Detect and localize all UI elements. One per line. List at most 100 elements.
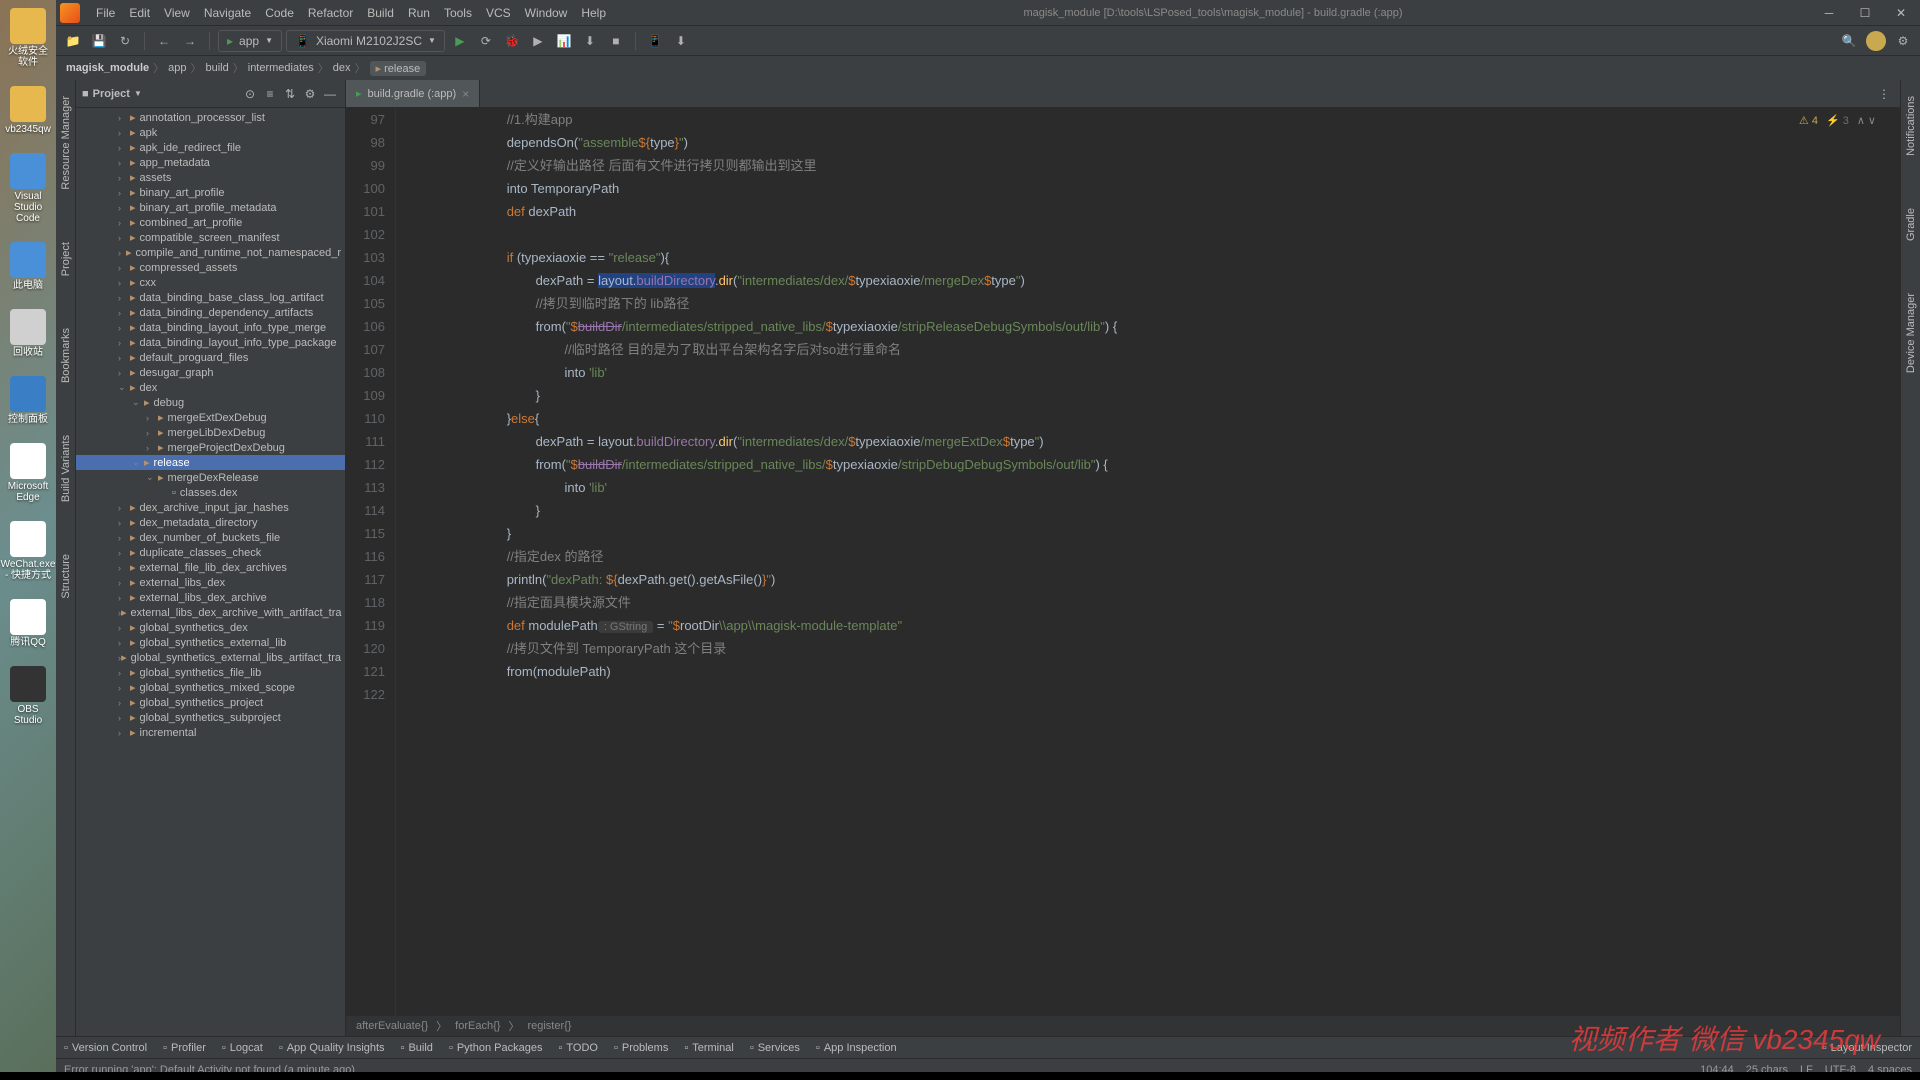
desktop-icon[interactable]: Visual Studio Code xyxy=(7,153,49,224)
project-tab[interactable]: Project xyxy=(60,236,72,282)
menu-item-navigate[interactable]: Navigate xyxy=(198,4,257,22)
hide-icon[interactable]: — xyxy=(321,85,339,103)
search-icon[interactable]: 🔍 xyxy=(1838,30,1860,52)
run-button[interactable]: ▶ xyxy=(449,30,471,52)
code-breadcrumb-item[interactable]: afterEvaluate{} xyxy=(356,1020,428,1032)
tree-item[interactable]: ›▸external_file_lib_dex_archives xyxy=(76,560,345,575)
back-button[interactable]: ← xyxy=(153,30,175,52)
bookmarks-tab[interactable]: Bookmarks xyxy=(60,322,72,389)
tree-item[interactable]: ⌄▸mergeDexRelease xyxy=(76,470,345,485)
tree-item[interactable]: ▫classes.dex xyxy=(76,485,345,500)
build-variants-tab[interactable]: Build Variants xyxy=(60,429,72,508)
menu-item-file[interactable]: File xyxy=(90,4,121,22)
tool-build[interactable]: ▫ Build xyxy=(401,1042,433,1054)
save-icon[interactable]: 💾 xyxy=(88,30,110,52)
menu-item-run[interactable]: Run xyxy=(402,4,436,22)
tool-version-control[interactable]: ▫ Version Control xyxy=(64,1042,147,1054)
tree-item[interactable]: ›▸compatible_screen_manifest xyxy=(76,230,345,245)
desktop-icon[interactable]: Microsoft Edge xyxy=(7,443,49,503)
tool-terminal[interactable]: ▫ Terminal xyxy=(684,1042,733,1054)
avd-icon[interactable]: 📱 xyxy=(644,30,666,52)
project-tree[interactable]: ›▸annotation_processor_list›▸apk›▸apk_id… xyxy=(76,108,345,1036)
maximize-button[interactable]: ☐ xyxy=(1850,3,1880,23)
menu-item-view[interactable]: View xyxy=(158,4,196,22)
desktop-icon[interactable]: 控制面板 xyxy=(7,376,49,425)
profile-icon[interactable]: 📊 xyxy=(553,30,575,52)
stop-button[interactable]: ■ xyxy=(605,30,627,52)
sdk-icon[interactable]: ⬇ xyxy=(670,30,692,52)
tree-item[interactable]: ›▸external_libs_dex_archive_with_artifac… xyxy=(76,605,345,620)
breadcrumb-item[interactable]: intermediates xyxy=(248,62,314,74)
tree-item[interactable]: ›▸compile_and_runtime_not_namespaced_r xyxy=(76,245,345,260)
more-tabs-icon[interactable]: ⋮ xyxy=(1868,87,1900,101)
sync-icon[interactable]: ↻ xyxy=(114,30,136,52)
desktop-icon[interactable]: WeChat.exe - 快捷方式 xyxy=(7,521,49,581)
settings-icon[interactable]: ⚙ xyxy=(1892,30,1914,52)
tree-item[interactable]: ›▸dex_number_of_buckets_file xyxy=(76,530,345,545)
tree-item[interactable]: ›▸mergeProjectDexDebug xyxy=(76,440,345,455)
expand-icon[interactable]: ≡ xyxy=(261,85,279,103)
tree-item[interactable]: ⌄▸dex xyxy=(76,380,345,395)
code-breadcrumb-item[interactable]: register{} xyxy=(527,1020,571,1032)
tree-item[interactable]: ›▸apk_ide_redirect_file xyxy=(76,140,345,155)
tree-item[interactable]: ⌄▸debug xyxy=(76,395,345,410)
inspection-widget[interactable]: ⚠ 4 ⚡ 3 ∧ ∨ xyxy=(1799,114,1876,127)
tree-item[interactable]: ›▸desugar_graph xyxy=(76,365,345,380)
tree-item[interactable]: ›▸app_metadata xyxy=(76,155,345,170)
desktop-icon[interactable]: 火绒安全软件 xyxy=(7,8,49,68)
menu-item-help[interactable]: Help xyxy=(575,4,612,22)
code-content[interactable]: //1.构建app dependsOn("assemble${type}") /… xyxy=(408,108,1900,1016)
tree-item[interactable]: ›▸global_synthetics_project xyxy=(76,695,345,710)
desktop-icon[interactable]: vb2345qw xyxy=(7,86,49,135)
breadcrumb-item[interactable]: app xyxy=(168,62,186,74)
tool-todo[interactable]: ▫ TODO xyxy=(558,1042,597,1054)
attach-icon[interactable]: ⬇ xyxy=(579,30,601,52)
debug-button[interactable]: 🐞 xyxy=(501,30,523,52)
settings-icon[interactable]: ⚙ xyxy=(301,85,319,103)
tool-layout-inspector[interactable]: ▫ Layout Inspector xyxy=(1823,1042,1912,1054)
tree-item[interactable]: ›▸binary_art_profile_metadata xyxy=(76,200,345,215)
tree-item[interactable]: ›▸binary_art_profile xyxy=(76,185,345,200)
menu-item-edit[interactable]: Edit xyxy=(123,4,156,22)
desktop-icon[interactable]: 此电脑 xyxy=(7,242,49,291)
menu-item-window[interactable]: Window xyxy=(519,4,574,22)
gradle-tab[interactable]: Gradle xyxy=(1905,202,1917,247)
tree-item[interactable]: ›▸global_synthetics_mixed_scope xyxy=(76,680,345,695)
editor-tab[interactable]: ▸ build.gradle (:app) × xyxy=(346,80,480,107)
tree-item[interactable]: ›▸default_proguard_files xyxy=(76,350,345,365)
tree-item[interactable]: ›▸external_libs_dex xyxy=(76,575,345,590)
tree-item[interactable]: ›▸annotation_processor_list xyxy=(76,110,345,125)
tree-item[interactable]: ›▸global_synthetics_external_lib xyxy=(76,635,345,650)
tree-item[interactable]: ›▸mergeExtDexDebug xyxy=(76,410,345,425)
menu-item-vcs[interactable]: VCS xyxy=(480,4,517,22)
code-editor[interactable]: 9798991001011021031041051061071081091101… xyxy=(346,108,1900,1016)
tree-item[interactable]: ›▸cxx xyxy=(76,275,345,290)
tree-item[interactable]: ›▸dex_metadata_directory xyxy=(76,515,345,530)
tool-services[interactable]: ▫ Services xyxy=(750,1042,800,1054)
tree-item[interactable]: ›▸apk xyxy=(76,125,345,140)
run-config-dropdown[interactable]: ▸ app ▼ xyxy=(218,30,282,52)
tool-problems[interactable]: ▫ Problems xyxy=(614,1042,668,1054)
breadcrumb-item[interactable]: build xyxy=(206,62,229,74)
code-breadcrumb-item[interactable]: forEach{} xyxy=(455,1020,500,1032)
tree-item[interactable]: ›▸duplicate_classes_check xyxy=(76,545,345,560)
apply-changes-icon[interactable]: ⟳ xyxy=(475,30,497,52)
tree-item[interactable]: ›▸global_synthetics_subproject xyxy=(76,710,345,725)
breadcrumb-item[interactable]: ▸ release xyxy=(370,61,427,76)
menu-item-build[interactable]: Build xyxy=(361,4,400,22)
tree-item[interactable]: ›▸data_binding_layout_info_type_merge xyxy=(76,320,345,335)
tree-item[interactable]: ›▸data_binding_base_class_log_artifact xyxy=(76,290,345,305)
desktop-icon[interactable]: OBS Studio xyxy=(7,666,49,726)
tool-logcat[interactable]: ▫ Logcat xyxy=(222,1042,263,1054)
desktop-icon[interactable]: 回收站 xyxy=(7,309,49,358)
tree-item[interactable]: ›▸data_binding_dependency_artifacts xyxy=(76,305,345,320)
tree-item[interactable]: ›▸assets xyxy=(76,170,345,185)
forward-button[interactable]: → xyxy=(179,30,201,52)
tool-python-packages[interactable]: ▫ Python Packages xyxy=(449,1042,543,1054)
tree-item[interactable]: ›▸mergeLibDexDebug xyxy=(76,425,345,440)
tree-item[interactable]: ⌄▸release xyxy=(76,455,345,470)
breadcrumb-item[interactable]: dex xyxy=(333,62,351,74)
tree-item[interactable]: ›▸global_synthetics_external_libs_artifa… xyxy=(76,650,345,665)
tree-item[interactable]: ›▸dex_archive_input_jar_hashes xyxy=(76,500,345,515)
menu-item-code[interactable]: Code xyxy=(259,4,300,22)
